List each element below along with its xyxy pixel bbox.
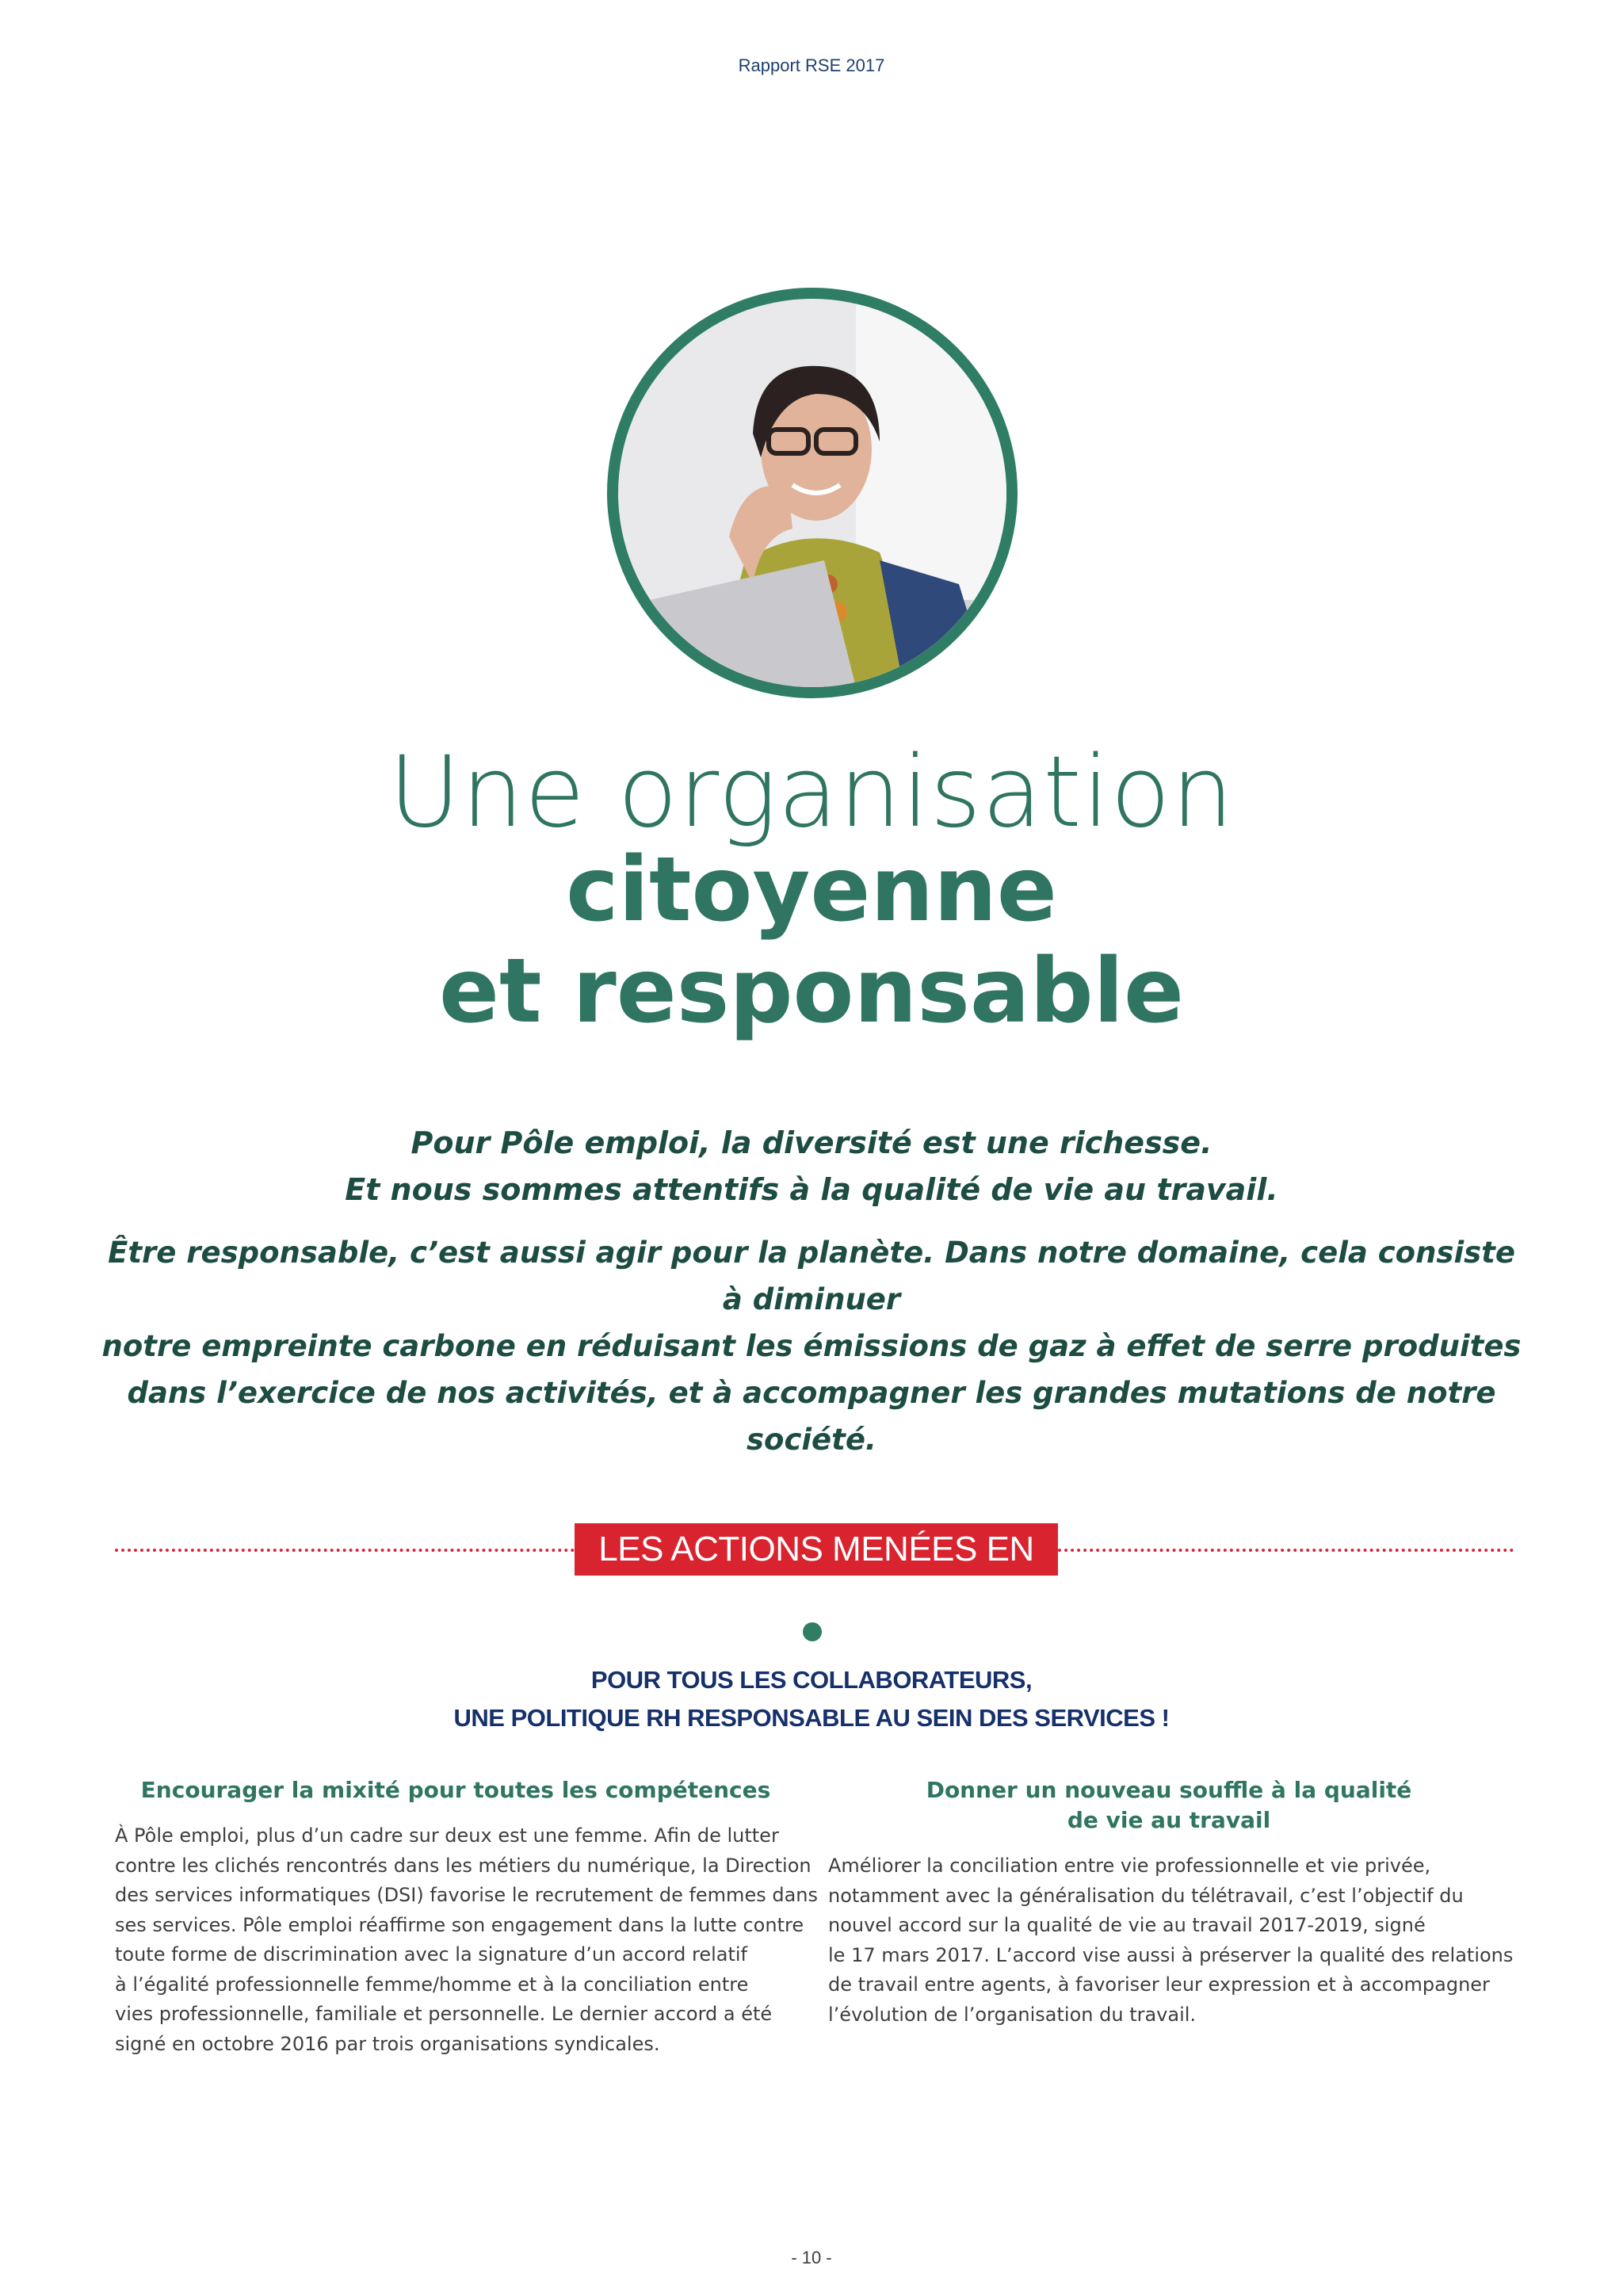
page-title-line-1: Une organisation [388,735,1235,850]
body-line: nouvel accord sur la qualité de vie au t… [828,1914,1426,1936]
intro-line: notre empreinte carbone en réduisant les… [101,1329,1522,1363]
subheading-line: UNE POLITIQUE RH RESPONSABLE AU SEIN DES… [453,1704,1170,1732]
body-line: de travail entre agents, à favoriser leu… [828,1973,1490,1996]
body-line: l’évolution de l’organisation du travail… [828,2003,1197,2026]
page-title-line-3: et responsable [439,940,1184,1043]
left-column-body: À Pôle emploi, plus d’un cadre sur deux … [115,1821,818,2059]
left-column-heading: Encourager la mixité pour toutes les com… [115,1775,796,1805]
right-column-heading: Donner un nouveau souffle à la qualité d… [828,1775,1510,1836]
subheading-line: POUR TOUS LES COLLABORATEURS, [590,1666,1033,1694]
body-line: toute forme de discrimination avec la si… [115,1943,747,1966]
intro-line: Être responsable, c’est aussi agir pour … [108,1236,1515,1316]
intro-paragraph-2: Être responsable, c’est aussi agir pour … [95,1229,1528,1463]
page-title-line-2: citoyenne [566,839,1057,942]
heading-line: de vie au travail [1067,1807,1271,1833]
dotted-divider-right [1058,1549,1514,1552]
body-line: signé en octobre 2016 par trois organisa… [115,2032,660,2055]
dotted-divider-left [115,1549,575,1552]
portrait-illustration [618,299,1006,687]
section-subheading: POUR TOUS LES COLLABORATEURS, UNE POLITI… [0,1661,1623,1737]
heading-line: Donner un nouveau souffle à la qualité [926,1777,1412,1803]
heading-line: Encourager la mixité pour toutes les com… [140,1777,771,1803]
page-number: - 10 - [791,2248,832,2267]
body-line: À Pôle emploi, plus d’un cadre sur deux … [115,1824,779,1847]
running-header: Rapport RSE 2017 [738,55,885,75]
intro-line: Et nous sommes attentifs à la qualité de… [345,1172,1278,1207]
body-line: à l’égalité professionnelle femme/homme … [115,1973,749,1996]
intro-line: Pour Pôle emploi, la diversité est une r… [411,1125,1212,1160]
body-line: contre les clichés rencontrés dans les m… [115,1854,812,1877]
portrait-photo [607,288,1018,698]
section-banner: LES ACTIONS MENÉES EN 2017 [575,1523,1058,1621]
body-line: ses services. Pôle emploi réaffirme son … [115,1913,804,1936]
body-line: notamment avec la généralisation du télé… [828,1884,1464,1907]
intro-paragraph-1: Pour Pôle emploi, la diversité est une r… [95,1120,1528,1213]
body-line: vies professionnelle, familiale et perso… [115,2003,773,2025]
intro-line: dans l’exercice de nos activités, et à a… [127,1376,1496,1457]
bullet-dot-icon [803,1622,822,1641]
body-line: Améliorer la conciliation entre vie prof… [828,1855,1431,1877]
body-line: des services informatiques (DSI) favoris… [115,1884,818,1906]
right-column-body: Améliorer la conciliation entre vie prof… [828,1851,1514,2030]
body-line: le 17 mars 2017. L’accord vise aussi à p… [828,1943,1514,1966]
